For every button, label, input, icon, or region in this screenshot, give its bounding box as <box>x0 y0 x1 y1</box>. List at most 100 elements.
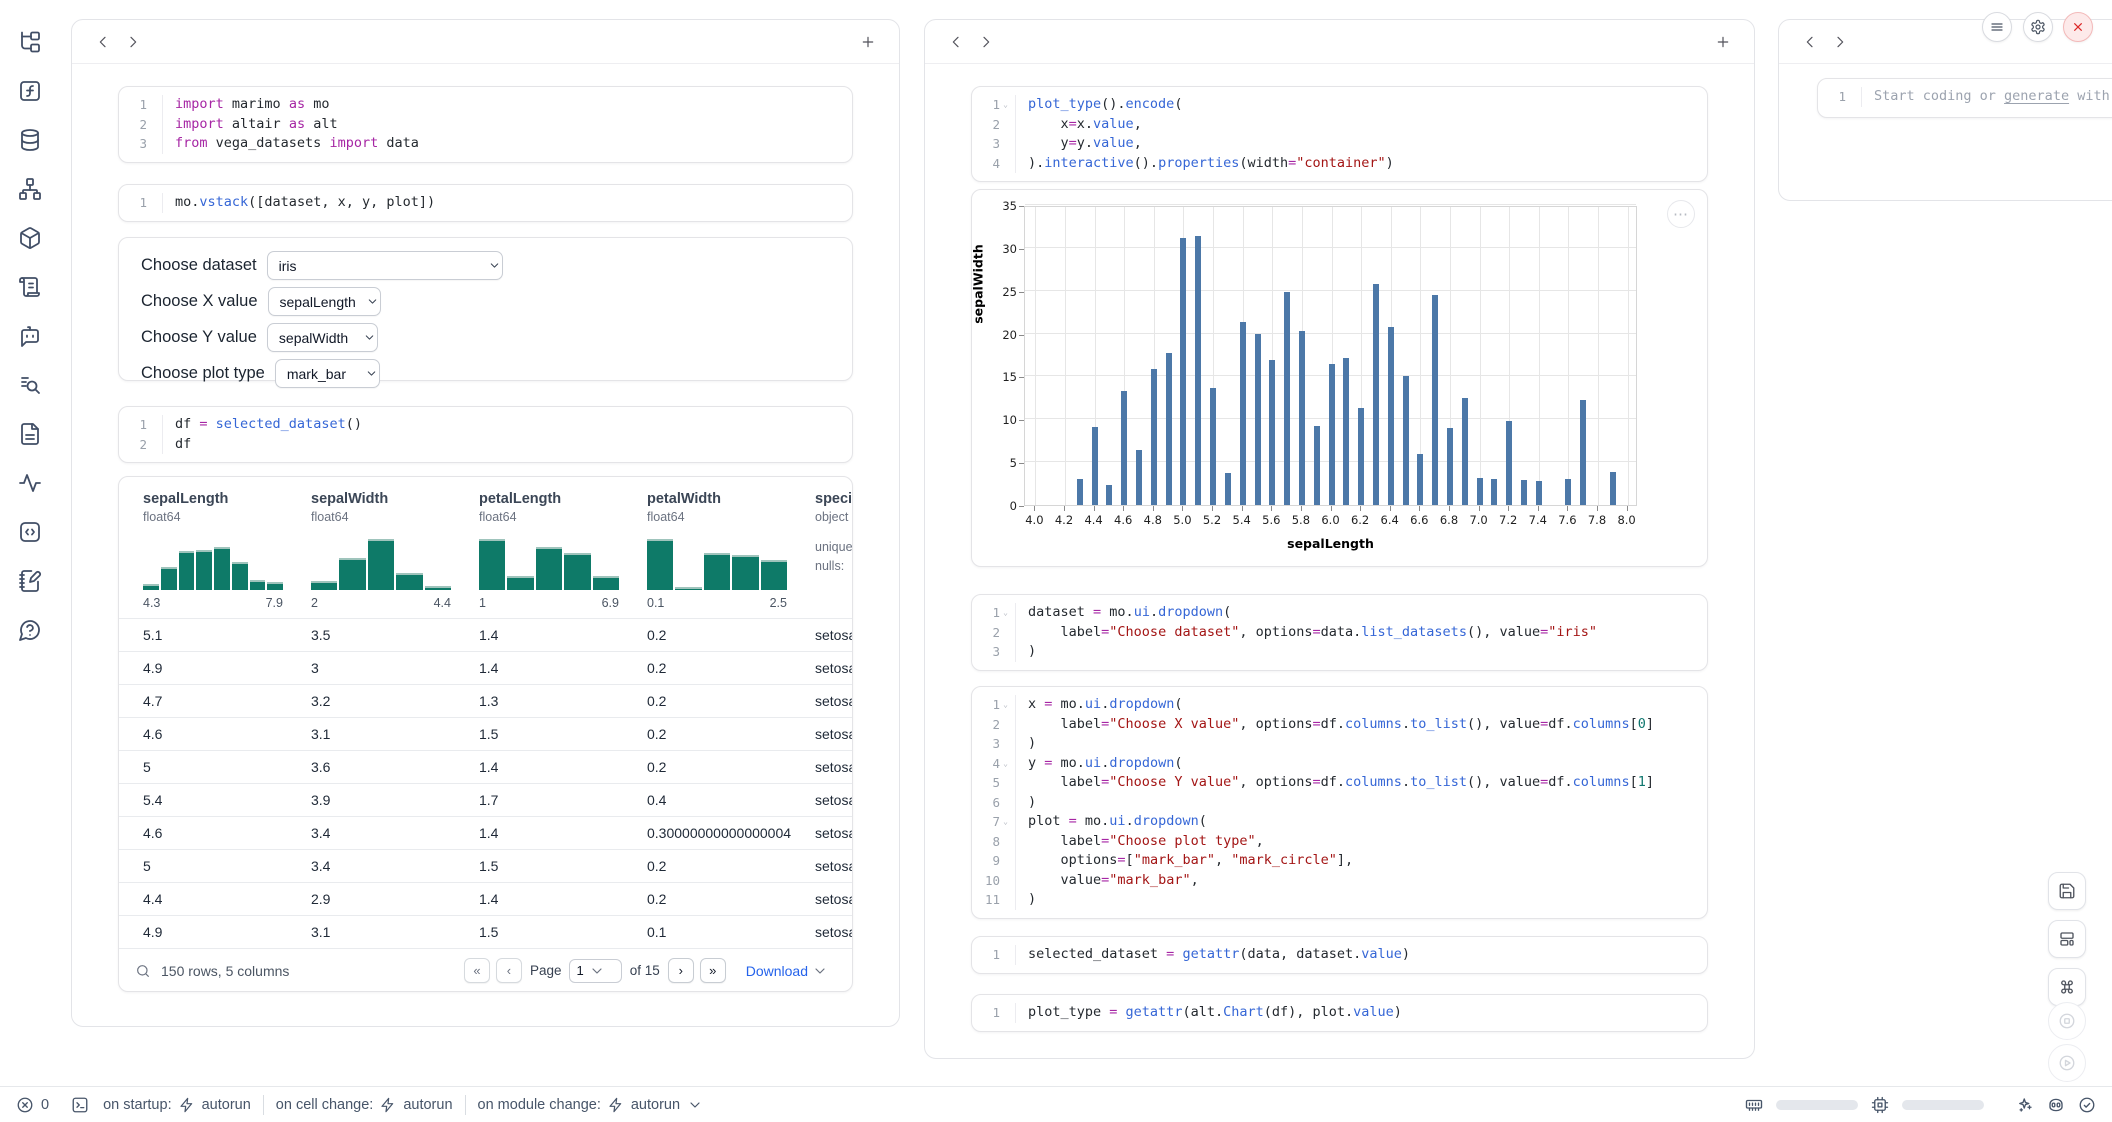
column-left-button[interactable] <box>88 27 118 57</box>
fold-chevron-icon[interactable]: ⌄ <box>1000 812 1011 832</box>
sidebar-item-file-tree[interactable] <box>18 30 42 54</box>
sidebar-item-package[interactable] <box>18 226 42 250</box>
token: (), value <box>1467 624 1540 640</box>
command-palette-button[interactable] <box>2048 968 2086 1006</box>
sidebar-item-function-square[interactable] <box>18 79 42 103</box>
code-editor[interactable]: 1⌄plot_type().encode(2 x=x.value,3 y=y.v… <box>972 87 1707 181</box>
code-editor[interactable]: 1import marimo as mo2import altair as al… <box>119 87 852 162</box>
next-page-button[interactable]: › <box>668 958 694 983</box>
table-row[interactable]: 5.13.51.40.2setosa <box>119 618 852 651</box>
prev-page-button[interactable]: ‹ <box>496 958 522 983</box>
function-square-icon <box>18 79 42 103</box>
table-row[interactable]: 53.41.50.2setosa <box>119 849 852 882</box>
chart-menu-button[interactable]: ⋯ <box>1667 200 1695 228</box>
sidebar-item-help[interactable] <box>18 618 42 642</box>
range-max: 4.4 <box>434 596 451 610</box>
code-editor[interactable]: 1df = selected_dataset()2df <box>119 407 852 462</box>
run-config-item[interactable]: on module change:autorun <box>478 1097 704 1113</box>
run-config-item[interactable]: on cell change:autorun <box>276 1097 453 1113</box>
column-right-button[interactable] <box>1825 27 1855 57</box>
bar <box>1092 427 1098 505</box>
dropdown-select-choose-dataset[interactable]: iris <box>267 251 503 280</box>
fold-chevron-icon[interactable]: ⌄ <box>1000 95 1011 115</box>
dropdown-select-choose-y-value[interactable]: sepalWidth <box>267 323 378 352</box>
download-button[interactable]: Download <box>746 963 838 979</box>
run-config-item[interactable]: on startup:autorun <box>103 1097 251 1113</box>
code-editor[interactable]: 1plot_type = getattr(alt.Chart(df), plot… <box>972 995 1707 1031</box>
token: = <box>1117 852 1125 868</box>
table-column-header[interactable]: petalWidthfloat640.12.5 <box>623 491 791 610</box>
sidebar-item-scratchpad[interactable] <box>18 569 42 593</box>
settings-button[interactable] <box>2023 12 2053 42</box>
ram-usage-bar[interactable] <box>1776 1100 1858 1110</box>
x-tick <box>1449 506 1450 511</box>
ai-sparkles-icon[interactable] <box>2016 1096 2034 1114</box>
shutdown-button[interactable] <box>2063 12 2093 42</box>
table-row[interactable]: 4.93.11.50.1setosa <box>119 915 852 948</box>
table-row[interactable]: 53.61.40.2setosa <box>119 750 852 783</box>
code-content: ) <box>1016 890 1036 910</box>
table-row[interactable]: 4.63.11.50.2setosa <box>119 717 852 750</box>
table-row[interactable]: 4.63.41.40.30000000000000004setosa <box>119 816 852 849</box>
notebook-column-3: 1 Start coding or generate with <box>1778 19 2112 201</box>
fold-chevron-icon[interactable]: ⌄ <box>1000 695 1011 715</box>
bar <box>1565 479 1571 505</box>
table-row[interactable]: 4.931.40.2setosa <box>119 651 852 684</box>
code-editor[interactable]: 1 Start coding or generate with <box>1818 79 2112 115</box>
sidebar-item-script-log[interactable] <box>18 275 42 299</box>
column-left-button[interactable] <box>1795 27 1825 57</box>
token: df. <box>1321 774 1345 790</box>
stop-button[interactable] <box>2048 1002 2086 1040</box>
sidebar-item-dependency-graph[interactable] <box>18 177 42 201</box>
code-content: label="Choose Y value", options=df.colum… <box>1016 773 1654 793</box>
line-number: 10 <box>985 871 1000 891</box>
sidebar-item-log-search[interactable] <box>18 373 42 397</box>
sidebar-item-database[interactable] <box>18 128 42 152</box>
add-cell-button[interactable] <box>1708 27 1738 57</box>
code-editor[interactable]: 1mo.vstack([dataset, x, y, plot]) <box>119 185 852 221</box>
vega-chart[interactable]: sepalLength sepalWidth ⋯ 4.04.24.44.64.8… <box>972 190 1707 566</box>
cpu-usage-bar[interactable] <box>1902 1100 1984 1110</box>
bar <box>1210 388 1216 505</box>
code-editor[interactable]: 1⌄dataset = mo.ui.dropdown(2 label="Choo… <box>972 595 1707 670</box>
chevron-down-icon <box>357 367 370 380</box>
code-editor[interactable]: 1selected_dataset = getattr(data, datase… <box>972 937 1707 973</box>
table-column-header[interactable]: speciesobjectunique:nulls: <box>791 491 853 610</box>
layout-select-button[interactable] <box>2048 920 2086 958</box>
dropdown-select-choose-plot-type[interactable]: mark_bar <box>275 359 380 388</box>
line-gutter: 1⌄ <box>972 95 1016 115</box>
add-cell-button[interactable] <box>853 27 883 57</box>
code-line: 4⌄y = mo.ui.dropdown( <box>972 754 1707 774</box>
sidebar-item-chat-bot[interactable] <box>18 324 42 348</box>
sidebar-item-code-snippet[interactable] <box>18 520 42 544</box>
table-row[interactable]: 5.43.91.70.4setosa <box>119 783 852 816</box>
copilot-icon[interactable] <box>2047 1096 2065 1114</box>
first-page-button[interactable]: « <box>464 958 490 983</box>
table-column-header[interactable]: sepalLengthfloat644.37.9 <box>119 491 287 610</box>
connection-status-icon[interactable] <box>2078 1096 2096 1114</box>
database-icon <box>18 128 42 152</box>
sidebar-item-document[interactable] <box>18 422 42 446</box>
search-icon[interactable] <box>135 963 151 979</box>
column-right-button[interactable] <box>118 27 148 57</box>
code-editor[interactable]: 1⌄x = mo.ui.dropdown(2 label="Choose X v… <box>972 687 1707 918</box>
sidebar-item-activity[interactable] <box>18 471 42 495</box>
dropdown-select-choose-x-value[interactable]: sepalLength <box>268 287 381 316</box>
menu-button[interactable] <box>1982 12 2012 42</box>
save-button[interactable] <box>2048 872 2086 910</box>
table-column-header[interactable]: petalLengthfloat6416.9 <box>455 491 623 610</box>
page-select[interactable]: 1 <box>569 959 621 983</box>
last-page-button[interactable]: » <box>700 958 726 983</box>
column-right-button[interactable] <box>971 27 1001 57</box>
table-row[interactable]: 4.42.91.40.2setosa <box>119 882 852 915</box>
terminal-button[interactable] <box>71 1096 89 1114</box>
token: () <box>346 416 362 432</box>
fold-chevron-icon[interactable]: ⌄ <box>1000 603 1011 623</box>
column-left-button[interactable] <box>941 27 971 57</box>
generate-link[interactable]: generate <box>2004 88 2069 104</box>
run-button[interactable] <box>2048 1044 2086 1082</box>
errors-indicator[interactable]: 0 <box>16 1096 49 1114</box>
fold-chevron-icon[interactable]: ⌄ <box>1000 754 1011 774</box>
table-row[interactable]: 4.73.21.30.2setosa <box>119 684 852 717</box>
table-column-header[interactable]: sepalWidthfloat6424.4 <box>287 491 455 610</box>
